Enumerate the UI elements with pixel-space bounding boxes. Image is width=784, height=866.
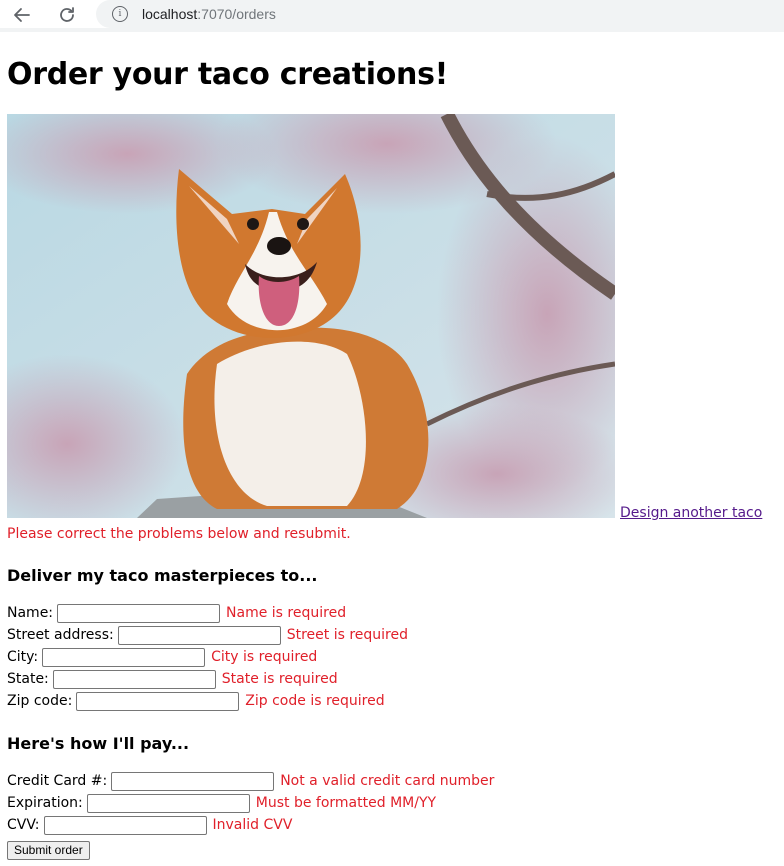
street-error: Street is required [286, 627, 409, 643]
state-error: State is required [221, 671, 338, 687]
city-input[interactable] [42, 647, 206, 667]
expiration-error: Must be formatted MM/YY [255, 795, 437, 811]
expiration-label: Expiration: [7, 795, 83, 811]
city-label: City: [7, 649, 39, 665]
city-error: City is required [211, 649, 318, 665]
cc-error: Not a valid credit card number [280, 773, 495, 789]
state-input[interactable] [52, 669, 216, 689]
page-title: Order your taco creations! [7, 57, 449, 92]
cvv-row: CVV: Invalid CVV [7, 814, 292, 836]
state-row: State: State is required [7, 668, 338, 690]
info-icon[interactable]: i [112, 6, 128, 22]
design-another-taco-link[interactable]: Design another taco [620, 505, 762, 521]
expiration-row: Expiration: Must be formatted MM/YY [7, 792, 436, 814]
name-row: Name: Name is required [7, 602, 346, 624]
city-row: City: City is required [7, 646, 317, 668]
zip-input[interactable] [76, 691, 240, 711]
url-path: :7070/orders [197, 6, 276, 22]
back-arrow-icon[interactable] [10, 3, 34, 27]
cc-label: Credit Card #: [7, 773, 108, 789]
name-error: Name is required [226, 605, 347, 621]
corgi-photo [7, 114, 615, 518]
zip-error: Zip code is required [245, 693, 385, 709]
name-label: Name: [7, 605, 54, 621]
address-bar[interactable]: i localhost:7070/orders [96, 0, 784, 28]
state-label: State: [7, 671, 49, 687]
street-label: Street address: [7, 627, 114, 643]
cvv-label: CVV: [7, 817, 40, 833]
deliver-heading: Deliver my taco masterpieces to... [7, 566, 318, 585]
reload-icon[interactable] [55, 3, 79, 27]
name-input[interactable] [57, 603, 221, 623]
cc-row: Credit Card #: Not a valid credit card n… [7, 770, 494, 792]
cvv-input[interactable] [43, 815, 207, 835]
expiration-input[interactable] [86, 793, 250, 813]
browser-toolbar: i localhost:7070/orders [0, 0, 784, 32]
cvv-error: Invalid CVV [212, 817, 293, 833]
cc-input[interactable] [111, 771, 275, 791]
submit-order-button[interactable]: Submit order [7, 841, 90, 860]
url-text[interactable]: localhost:7070/orders [142, 6, 276, 22]
street-input[interactable] [117, 625, 281, 645]
zip-label: Zip code: [7, 693, 73, 709]
url-host: localhost [142, 6, 198, 22]
zip-row: Zip code: Zip code is required [7, 690, 385, 712]
page-content: Order your taco creations! Design anothe… [7, 56, 784, 860]
photo-row: Design another taco [7, 114, 784, 521]
street-row: Street address: Street is required [7, 624, 408, 646]
error-banner: Please correct the problems below and re… [7, 526, 351, 542]
pay-heading: Here's how I'll pay... [7, 734, 190, 753]
